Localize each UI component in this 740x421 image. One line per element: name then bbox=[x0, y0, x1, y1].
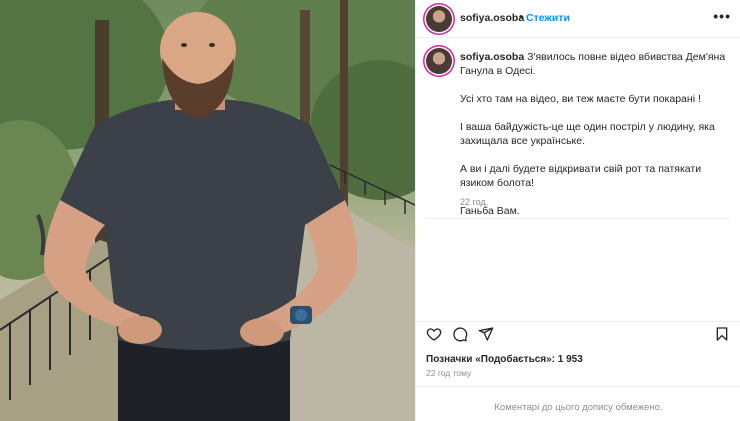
more-options-icon[interactable]: ••• bbox=[713, 8, 731, 24]
follow-button[interactable]: Стежити bbox=[526, 12, 570, 24]
heart-icon[interactable] bbox=[426, 326, 442, 342]
header-separator: • bbox=[519, 11, 523, 23]
caption-timestamp[interactable]: 22 год. bbox=[460, 197, 488, 207]
post-photo[interactable] bbox=[0, 0, 415, 421]
divider bbox=[426, 218, 731, 219]
instagram-post: sofiya.osoba • Стежити ••• sofiya.osoba … bbox=[0, 0, 740, 421]
post-header: sofiya.osoba • Стежити ••• bbox=[416, 0, 740, 38]
post-caption: sofiya.osoba З'явилось повне відео вбивс… bbox=[460, 50, 732, 232]
caption-paragraph: А ви і далі будете відкривати свій рот т… bbox=[460, 163, 702, 189]
caption-paragraph: Ганьба Вам. bbox=[460, 205, 520, 217]
author-avatar[interactable] bbox=[426, 6, 452, 32]
author-username[interactable]: sofiya.osoba bbox=[460, 12, 524, 24]
comments-limited-notice: Коментарі до цього допису обмежено. bbox=[494, 402, 663, 413]
divider bbox=[416, 321, 740, 322]
caption-paragraph: І ваша байдужість-це ще один постріл у л… bbox=[460, 121, 715, 147]
caption-paragraph: sofiya.osoba З'явилось повне відео вбивс… bbox=[460, 50, 732, 78]
caption-username[interactable]: sofiya.osoba bbox=[460, 51, 524, 63]
action-bar bbox=[416, 324, 740, 348]
caption-avatar[interactable] bbox=[426, 48, 452, 74]
bookmark-icon[interactable] bbox=[714, 326, 730, 342]
post-side-panel: sofiya.osoba • Стежити ••• sofiya.osoba … bbox=[415, 0, 740, 421]
post-photo-illustration bbox=[0, 0, 415, 421]
divider bbox=[416, 386, 740, 387]
likes-count[interactable]: Позначки «Подобається»: 1 953 bbox=[426, 354, 583, 365]
caption-paragraph: Усі хто там на відео, ви теж маєте бути … bbox=[460, 93, 701, 105]
comment-icon[interactable] bbox=[452, 326, 468, 342]
post-timestamp[interactable]: 22 год тому bbox=[426, 368, 471, 378]
paper-plane-icon[interactable] bbox=[478, 326, 494, 342]
